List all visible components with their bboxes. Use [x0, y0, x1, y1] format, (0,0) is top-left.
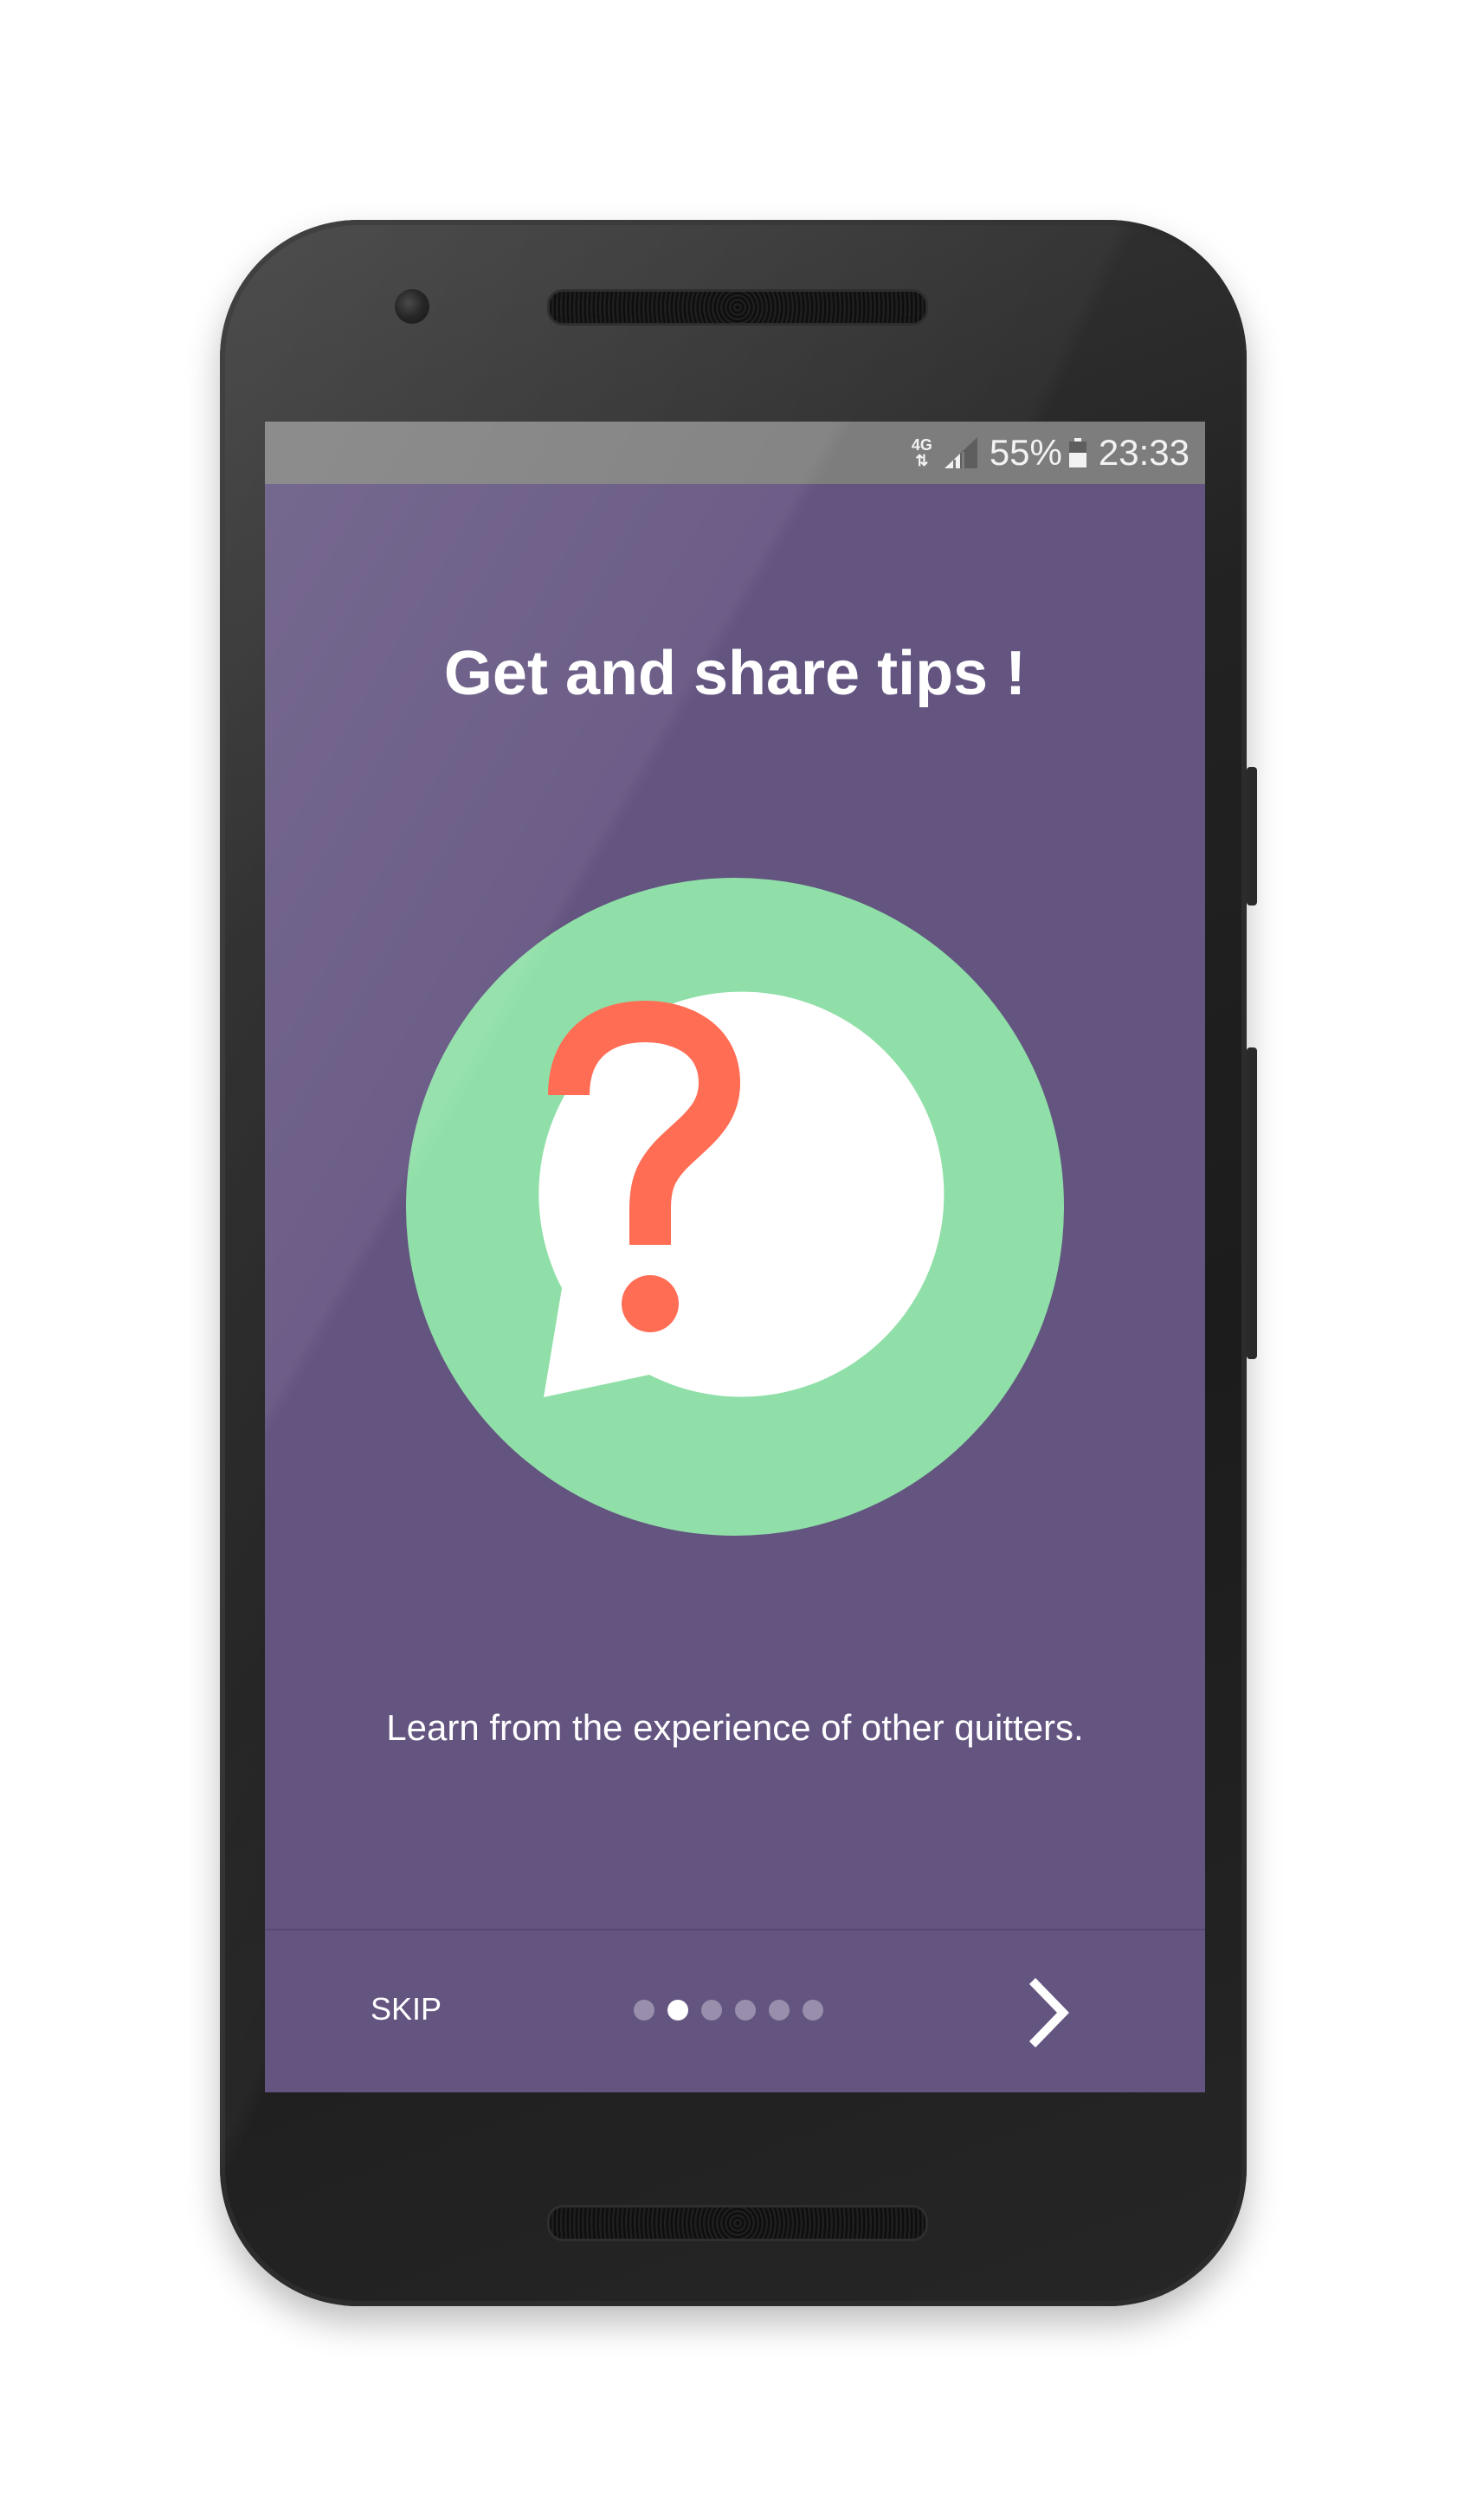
next-button[interactable] [1018, 1974, 1087, 2052]
page-dot [803, 2000, 823, 2021]
battery-icon [1068, 438, 1086, 467]
onboarding-navigation-bar: SKIP [265, 1929, 1205, 2092]
onboarding-description: Learn from the experience of other quitt… [386, 1707, 1084, 1748]
data-arrows-icon: ⇅ [915, 452, 929, 469]
power-button [1247, 767, 1257, 906]
network-type-label: 4G [911, 436, 932, 454]
network-type-icon: 4G ⇅ [912, 437, 932, 468]
page-dot [634, 2000, 654, 2021]
page-indicator [634, 2000, 823, 2021]
skip-button[interactable]: SKIP [360, 1982, 452, 2036]
question-speech-bubble-icon [406, 878, 1064, 1536]
bottom-speaker [547, 2205, 928, 2241]
volume-button [1247, 1047, 1257, 1359]
page-dot-active [667, 2000, 688, 2021]
page-dot [769, 2000, 790, 2021]
page-dot [701, 2000, 722, 2021]
top-speaker [547, 289, 928, 325]
status-bar: 4G ⇅ 55% 23:33 [265, 422, 1205, 484]
app-screen: 4G ⇅ 55% 23:33 Get and share tips ! Lear… [265, 422, 1205, 2092]
battery-percentage: 55% [989, 432, 1062, 473]
page-dot [735, 2000, 756, 2021]
question-mark-dot [622, 1275, 679, 1332]
signal-bars-icon [944, 437, 977, 468]
onboarding-title: Get and share tips ! [443, 639, 1027, 708]
chevron-right-icon [1028, 1977, 1069, 2048]
clock: 23:33 [1098, 432, 1190, 473]
front-camera [395, 289, 429, 324]
